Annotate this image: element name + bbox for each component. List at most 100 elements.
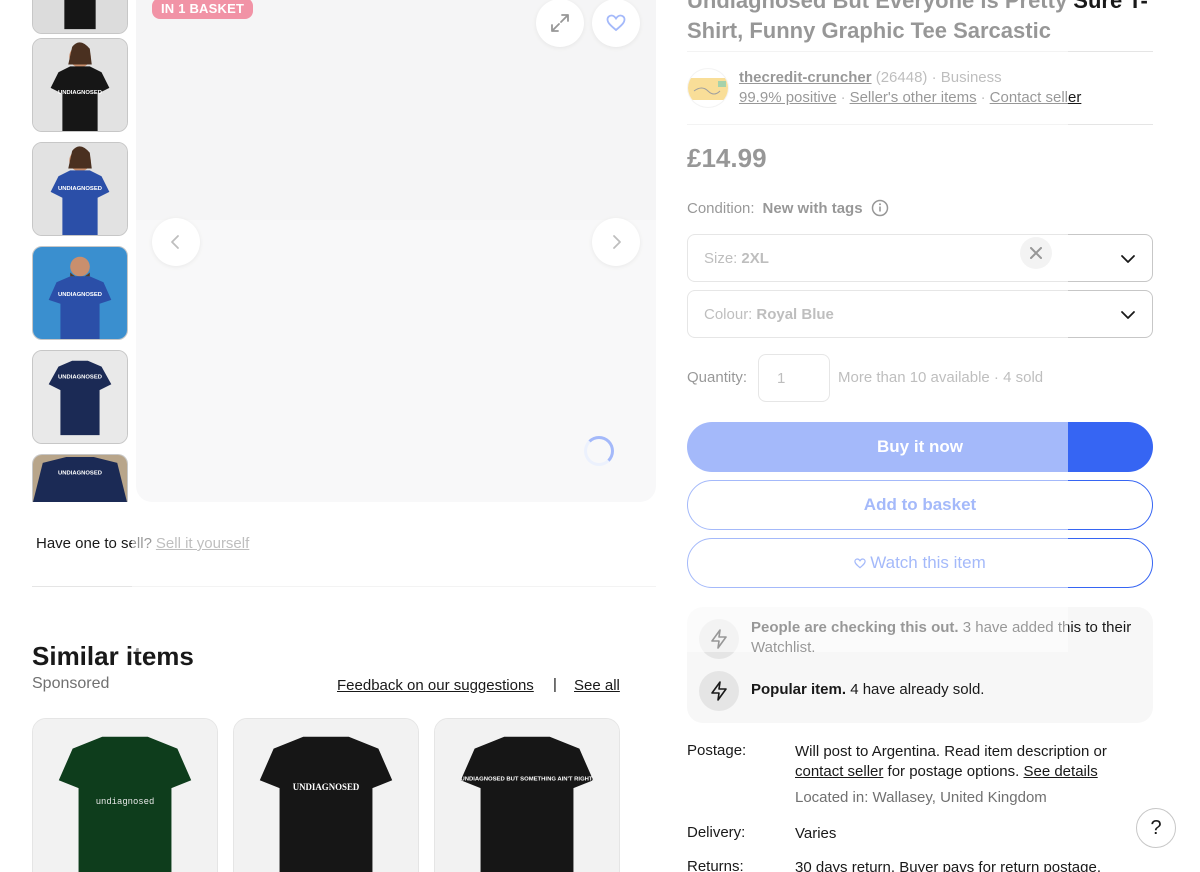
condition-row: Condition: New with tags	[687, 199, 889, 217]
info-icon[interactable]	[871, 199, 889, 217]
quantity-input[interactable]	[758, 354, 830, 402]
thumbnail-5[interactable]: UNDIAGNOSED	[32, 350, 128, 444]
thumbnail-image: UNDIAGNOSED	[33, 143, 127, 235]
colour-value: Royal Blue	[756, 305, 834, 323]
quantity-label: Quantity:	[687, 369, 748, 386]
quantity-availability: More than 10 available · 4 sold	[838, 369, 1044, 386]
returns-label: Returns:	[687, 858, 744, 872]
seller-feedback-count: (26448)	[875, 69, 928, 86]
add-to-watchlist-button[interactable]	[592, 0, 640, 47]
thumbnail-1[interactable]	[32, 0, 128, 34]
sell-question: Have one to sell?	[36, 535, 152, 552]
buy-it-now-button[interactable]: Buy it now	[687, 422, 1153, 472]
seller-positive-link[interactable]: 99.9% positive	[739, 89, 837, 106]
condition-label: Condition:	[687, 199, 755, 217]
similar-item-card[interactable]: UNDIAGNOSED BUT SOMETHING AIN'T RIGHT.	[434, 718, 620, 872]
in-basket-badge: IN 1 BASKET	[152, 0, 254, 19]
see-all-link[interactable]: See all	[574, 677, 620, 694]
sell-prompt: Have one to sell? Sell it yourself	[36, 535, 249, 552]
postage-line2: for postage options.	[887, 763, 1020, 780]
similar-item-image: undiagnosed	[33, 719, 217, 872]
thumbnail-2[interactable]: UNDIAGNOSED	[32, 38, 128, 132]
size-value: 2XL	[741, 249, 769, 267]
colour-label: Colour:	[704, 305, 753, 323]
heart-icon	[854, 557, 866, 568]
divider	[687, 124, 1153, 125]
seller-logo[interactable]	[687, 68, 729, 108]
watch-item-button[interactable]: Watch this item	[687, 538, 1153, 588]
close-icon	[1030, 247, 1042, 259]
thumbnail-image: UNDIAGNOSED	[33, 247, 127, 339]
thumbnail-image	[33, 0, 127, 33]
help-button[interactable]: ?	[1136, 808, 1176, 848]
shirt-print-text: UNDIAGNOSED	[58, 471, 102, 477]
clear-size-button[interactable]	[1020, 237, 1052, 269]
expand-image-button[interactable]	[536, 0, 584, 47]
see-details-link[interactable]: See details	[1023, 763, 1097, 780]
signal-bold: Popular item.	[751, 681, 847, 698]
postage-label: Postage:	[687, 742, 747, 759]
divider	[32, 586, 656, 587]
seller-logo-image	[688, 78, 728, 100]
item-title: Undiagnosed But Everyone is Pretty Sure …	[687, 0, 1148, 43]
thumbnail-image: UNDIAGNOSED	[33, 455, 127, 502]
previous-image-button[interactable]	[152, 218, 200, 266]
signal-text: 4 have already sold.	[850, 681, 985, 698]
main-image[interactable]	[136, 0, 656, 502]
similar-item-image: UNDIAGNOSED	[234, 719, 418, 872]
similar-item-card[interactable]: UNDIAGNOSED	[233, 718, 419, 872]
thumbnail-image: UNDIAGNOSED	[33, 351, 127, 443]
thumbnail-6[interactable]: UNDIAGNOSED	[32, 454, 128, 502]
postage-line1: Will post to Argentina. Read item descri…	[795, 743, 1107, 760]
item-location: Located in: Wallasey, United Kingdom	[795, 789, 1047, 806]
separator-dot: ·	[931, 69, 941, 86]
condition-value: New with tags	[762, 199, 863, 217]
feedback-link[interactable]: Feedback on our suggestions	[337, 677, 534, 694]
heart-icon	[606, 14, 626, 32]
card-print-text: UNDIAGNOSED BUT SOMETHING AIN'T RIGHT.	[460, 776, 593, 782]
expand-icon	[551, 14, 569, 32]
card-print-text: undiagnosed	[96, 797, 155, 807]
returns-value: 30 days return. Buyer pays for return po…	[795, 859, 1101, 872]
seller-links: 99.9% positive · Seller's other items · Cont…	[739, 89, 1081, 106]
shirt-print-text: UNDIAGNOSED	[58, 374, 102, 380]
signal-bold: People are checking this out.	[751, 619, 959, 636]
delivery-label: Delivery:	[687, 824, 746, 841]
chevron-right-icon	[613, 235, 621, 249]
separator: |	[553, 676, 557, 693]
lightning-icon	[699, 619, 739, 659]
signal-item: Popular item. 4 have already sold.	[751, 680, 1141, 700]
thumbnail-4[interactable]: UNDIAGNOSED	[32, 246, 128, 340]
watch-item-label: Watch this item	[870, 553, 986, 572]
thumbnail-3[interactable]: UNDIAGNOSED	[32, 142, 128, 236]
similar-item-card[interactable]: undiagnosed	[32, 718, 218, 872]
shirt-print-text: UNDIAGNOSED	[58, 292, 102, 298]
seller-other-items-link[interactable]: Seller's other items	[850, 89, 977, 106]
card-print-text: UNDIAGNOSED	[293, 782, 360, 792]
postage-value: Will post to Argentina. Read item descri…	[795, 742, 1145, 808]
similar-items-heading: Similar items	[32, 641, 194, 671]
colour-select[interactable]: Colour: Royal Blue	[687, 290, 1153, 338]
sponsored-label: Sponsored	[32, 675, 110, 692]
shirt-print-text: UNDIAGNOSED	[58, 186, 102, 192]
next-image-button[interactable]	[592, 218, 640, 266]
loading-spinner-icon	[584, 436, 614, 466]
chevron-left-icon	[171, 235, 179, 249]
chevron-down-icon	[1121, 255, 1135, 263]
seller-name-link[interactable]: thecredit-cruncher	[739, 69, 872, 86]
signal-item: People are checking this out. 3 have add…	[751, 618, 1141, 658]
size-label: Size:	[704, 249, 738, 267]
shirt-print-text: UNDIAGNOSED	[58, 90, 102, 96]
sell-it-yourself-link[interactable]: Sell it yourself	[156, 535, 249, 552]
separator-dot: ·	[840, 89, 846, 106]
similar-item-image: UNDIAGNOSED BUT SOMETHING AIN'T RIGHT.	[435, 719, 619, 872]
postage-contact-seller-link[interactable]: contact seller	[795, 763, 883, 780]
seller-info: thecredit-cruncher (26448) · Business	[739, 69, 1002, 86]
lightning-icon	[699, 671, 739, 711]
delivery-value: Varies	[795, 825, 837, 842]
add-to-basket-button[interactable]: Add to basket	[687, 480, 1153, 530]
chevron-down-icon	[1121, 311, 1135, 319]
seller-type: Business	[940, 69, 1002, 86]
size-select[interactable]: Size: 2XL	[687, 234, 1153, 282]
contact-seller-link[interactable]: Contact seller	[990, 89, 1082, 106]
